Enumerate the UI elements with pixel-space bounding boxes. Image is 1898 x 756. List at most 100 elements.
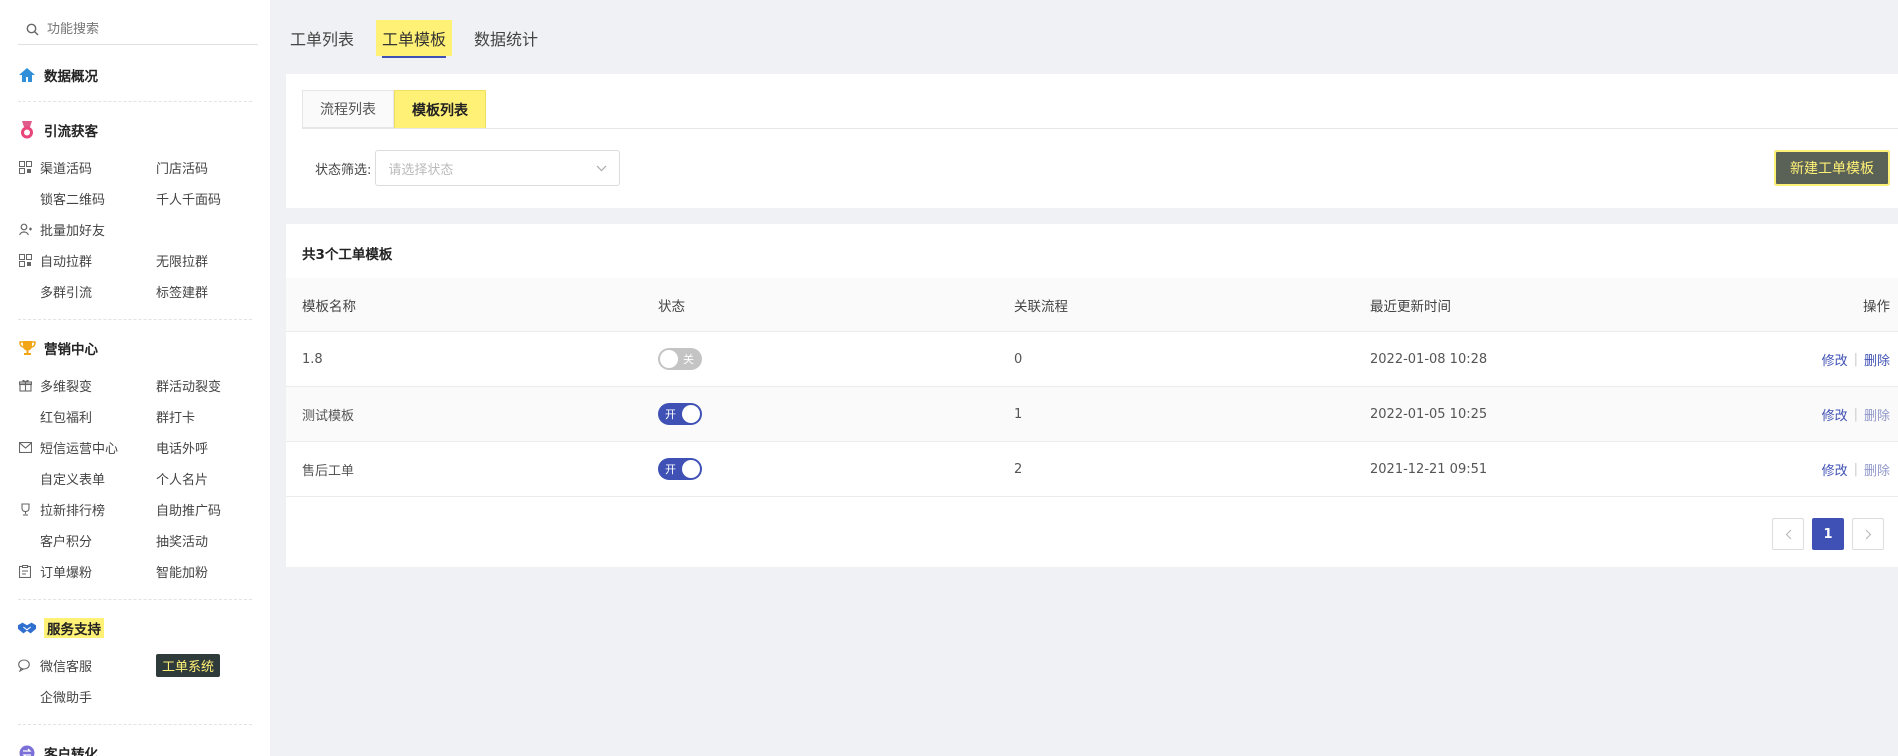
sidebar-item-auto-group[interactable]: 自动拉群: [18, 245, 156, 276]
sidebar-item-label: 标签建群: [156, 286, 209, 301]
status-select[interactable]: 请选择状态: [375, 150, 621, 186]
sidebar-item-sms-center[interactable]: 短信运营中心: [18, 432, 156, 463]
next-page-button[interactable]: [1852, 518, 1884, 550]
sidebar-item-label: 群活动裂变: [156, 380, 222, 395]
chevron-right-icon: [1865, 529, 1871, 539]
sidebar-item-batch-add-friends[interactable]: 批量加好友: [18, 214, 266, 245]
sidebar-item-customer-points[interactable]: 客户积分: [18, 525, 156, 556]
edit-link[interactable]: 修改: [1822, 460, 1848, 479]
tab-flow-list[interactable]: 流程列表: [302, 90, 394, 128]
sidebar-item-label: 企微助手: [40, 691, 93, 706]
sidebar-item-label: 群打卡: [156, 411, 196, 426]
sidebar-item-label: 门店活码: [156, 162, 209, 177]
status-toggle[interactable]: 开: [658, 458, 702, 480]
sidebar-item-label: 微信客服: [40, 660, 93, 675]
sidebar-item-channel-code[interactable]: 渠道活码: [18, 152, 156, 183]
sidebar-item-phone-call[interactable]: 电话外呼: [156, 432, 266, 463]
toggle-label: 开: [665, 408, 676, 421]
sidebar-item-label: 个人名片: [156, 473, 209, 488]
sidebar-item-label: 批量加好友: [40, 224, 106, 239]
sidebar-item-tag-group[interactable]: 标签建群: [156, 276, 266, 307]
trophy-icon: [18, 339, 36, 357]
sidebar-item-ticket-system[interactable]: 工单系统: [156, 650, 266, 681]
table-row: 1.8 关 0 2022-01-08 10:28 修改 | 删除: [286, 332, 1898, 387]
col-header-flows: 关联流程: [1014, 298, 1068, 315]
col-header-name: 模板名称: [302, 298, 356, 315]
template-count: 共3个工单模板: [302, 247, 393, 263]
mail-icon: [18, 441, 32, 455]
sidebar-item-label: 锁客二维码: [40, 193, 106, 208]
medal-icon: [18, 121, 36, 139]
section-title: 客户转化: [44, 747, 98, 756]
table-row: 测试模板 开 1 2022-01-05 10:25 修改 | 删除: [286, 387, 1898, 442]
status-toggle[interactable]: 关: [658, 348, 702, 370]
sidebar-item-multi-group[interactable]: 多群引流: [18, 276, 156, 307]
edit-link[interactable]: 修改: [1822, 405, 1848, 424]
sidebar-item-label: 无限拉群: [156, 255, 209, 270]
sidebar-item-label: 自定义表单: [40, 473, 106, 488]
sidebar-item-personalized-code[interactable]: 千人千面码: [156, 183, 266, 214]
sidebar-item-label: 智能加粉: [156, 566, 209, 581]
page-number-button[interactable]: 1: [1812, 518, 1844, 550]
new-template-button[interactable]: 新建工单模板: [1774, 150, 1890, 186]
sidebar-item-label: 多维裂变: [40, 380, 93, 395]
sidebar-item-overview[interactable]: 数据概况: [18, 61, 252, 89]
tab-ticket-template[interactable]: 工单模板: [376, 20, 453, 58]
sidebar-section-service: 服务支持: [18, 614, 252, 642]
top-tabs: 工单列表 工单模板 数据统计: [290, 20, 538, 58]
pagination: 1: [1772, 518, 1884, 550]
filter-card: 流程列表 模板列表 状态筛选: 请选择状态 新建工单模板: [286, 74, 1898, 208]
sidebar-item-store-code[interactable]: 门店活码: [156, 152, 266, 183]
section-title: 服务支持: [44, 618, 104, 638]
sidebar-item-red-packet[interactable]: 红包福利: [18, 401, 156, 432]
sidebar-item-leaderboard[interactable]: 拉新排行榜: [18, 494, 156, 525]
sub-tabs: 流程列表 模板列表: [302, 90, 486, 128]
main-content: 工单列表 工单模板 数据统计 流程列表 模板列表 状态筛选: 请选择状态 新建工…: [270, 0, 1898, 756]
tab-underline: [302, 128, 1898, 129]
sidebar-item-smart-add-fans[interactable]: 智能加粉: [156, 556, 266, 587]
delete-link[interactable]: 删除: [1864, 350, 1890, 369]
sidebar-item-wecom-assistant[interactable]: 企微助手: [18, 681, 156, 712]
sidebar-item-lottery[interactable]: 抽奖活动: [156, 525, 266, 556]
prev-page-button[interactable]: [1772, 518, 1804, 550]
sidebar-item-label: 自动拉群: [40, 255, 93, 270]
delete-link[interactable]: 删除: [1864, 405, 1890, 424]
search-box[interactable]: [18, 14, 258, 45]
col-header-actions: 操作: [1863, 298, 1890, 315]
status-toggle[interactable]: 开: [658, 403, 702, 425]
col-header-updated: 最近更新时间: [1370, 298, 1451, 315]
sidebar-item-lock-qrcode[interactable]: 锁客二维码: [18, 183, 156, 214]
table-row: 售后工单 开 2 2021-12-21 09:51 修改 | 删除: [286, 442, 1898, 497]
sidebar-section-traffic: 引流获客: [18, 116, 252, 144]
sidebar-item-label: 千人千面码: [156, 193, 222, 208]
sidebar-item-label: 抽奖活动: [156, 535, 209, 550]
sidebar-item-custom-form[interactable]: 自定义表单: [18, 463, 156, 494]
sidebar-item-business-card[interactable]: 个人名片: [156, 463, 266, 494]
sidebar-item-label: 渠道活码: [40, 162, 93, 177]
add-user-icon: [18, 223, 32, 237]
flow-count: 2: [1014, 461, 1023, 477]
sidebar-divider: [18, 101, 252, 102]
sidebar-item-group-fission[interactable]: 群活动裂变: [156, 370, 266, 401]
template-name: 售后工单: [302, 463, 355, 479]
sidebar-item-group-checkin[interactable]: 群打卡: [156, 401, 266, 432]
status-filter: 状态筛选: 请选择状态: [315, 150, 621, 186]
home-icon: [18, 66, 36, 84]
sidebar-item-wechat-service[interactable]: 微信客服: [18, 650, 156, 681]
search-input[interactable]: [47, 21, 247, 37]
sidebar-item-order-fans[interactable]: 订单爆粉: [18, 556, 156, 587]
clipboard-icon: [18, 565, 32, 579]
sidebar-item-promo-code[interactable]: 自助推广码: [156, 494, 266, 525]
updated-time: 2021-12-21 09:51: [1370, 461, 1488, 477]
sidebar-item-label: 电话外呼: [156, 442, 209, 457]
sidebar-item-multi-fission[interactable]: 多维裂变: [18, 370, 156, 401]
tab-template-list[interactable]: 模板列表: [394, 90, 486, 128]
tab-ticket-list[interactable]: 工单列表: [290, 20, 354, 56]
edit-link[interactable]: 修改: [1822, 350, 1848, 369]
tab-data-stats[interactable]: 数据统计: [474, 20, 538, 56]
sidebar-divider: [18, 319, 252, 320]
sidebar-item-unlimited-group[interactable]: 无限拉群: [156, 245, 266, 276]
updated-time: 2022-01-08 10:28: [1370, 351, 1488, 367]
sidebar: 数据概况 引流获客 渠道活码 门店活码 锁客二维码 千人千面码 批量加好友 自动…: [0, 0, 270, 756]
delete-link[interactable]: 删除: [1864, 460, 1890, 479]
